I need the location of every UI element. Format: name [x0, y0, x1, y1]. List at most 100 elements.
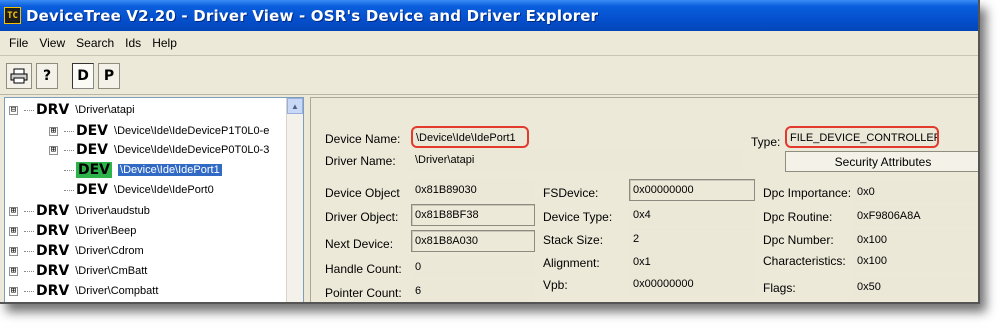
- driver-object-field[interactable]: 0x81B8BF38: [411, 204, 535, 226]
- device-name-field[interactable]: \Device\Ide\IdePort1: [411, 126, 529, 148]
- node-path: \Driver\Beep: [75, 225, 137, 237]
- pointer-count-field[interactable]: 6: [411, 280, 535, 302]
- node-kind: DRV: [36, 263, 70, 279]
- expand-icon[interactable]: ⊞: [49, 145, 58, 155]
- menu-ids[interactable]: Ids: [120, 34, 146, 52]
- app-icon[interactable]: TC: [4, 7, 21, 24]
- expand-icon[interactable]: ⊞: [9, 206, 18, 216]
- node-kind: DRV: [36, 243, 70, 259]
- fsdevice-label: FSDevice:: [543, 186, 599, 200]
- tree-item[interactable]: ⊞ DRV \Driver\Compbatt: [9, 281, 158, 301]
- dpc-routine-label: Dpc Routine:: [763, 210, 833, 224]
- node-path: \Driver\atapi: [75, 104, 135, 116]
- node-path: \Driver\audstub: [75, 205, 150, 217]
- node-path: \Driver\Compbatt: [75, 285, 159, 297]
- type-field[interactable]: FILE_DEVICE_CONTROLLER: [785, 126, 939, 148]
- fsdevice-field[interactable]: 0x00000000: [629, 179, 755, 201]
- tree-connector: [24, 210, 34, 212]
- menu-view[interactable]: View: [34, 34, 70, 52]
- print-button[interactable]: [6, 62, 32, 89]
- tree-item[interactable]: DEV \Device\Ide\IdePort0: [49, 180, 214, 200]
- node-path: \Device\Ide\IdePort0: [114, 184, 214, 196]
- tree-connector: [64, 130, 74, 132]
- next-device-label: Next Device:: [325, 237, 394, 251]
- menu-help[interactable]: Help: [147, 34, 182, 52]
- driver-view-button[interactable]: D: [72, 62, 94, 89]
- device-type-label: Device Type:: [543, 210, 613, 224]
- app-window: TC DeviceTree V2.20 - Driver View - OSR'…: [0, 0, 980, 304]
- collapse-icon[interactable]: ⊟: [9, 105, 18, 115]
- handle-count-field[interactable]: 0: [411, 256, 535, 278]
- node-path: \Driver\Cdrom: [75, 245, 144, 257]
- tree-item[interactable]: ⊟ DRV \Driver\atapi: [9, 100, 135, 120]
- window-title: DeviceTree V2.20 - Driver View - OSR's D…: [26, 6, 599, 25]
- dpc-routine-field[interactable]: 0xF9806A8A: [853, 205, 978, 227]
- driver-object-label: Driver Object:: [325, 210, 399, 224]
- tree-item[interactable]: ⊞ DRV \Driver\CmBatt: [9, 261, 147, 281]
- device-object-label: Device Object: [325, 186, 400, 200]
- alignment-label: Alignment:: [543, 256, 600, 270]
- device-type-field[interactable]: 0x4: [629, 204, 755, 226]
- device-tree[interactable]: ⊟ DRV \Driver\atapi ⊞ DEV \Device\Ide\Id…: [4, 97, 304, 302]
- device-details-panel: Device Name: \Device\Ide\IdePort1 Driver…: [310, 97, 978, 302]
- flags-label: Flags:: [763, 281, 796, 295]
- tree-connector: [24, 109, 34, 111]
- expand-icon[interactable]: ⊞: [9, 266, 18, 276]
- device-object-field[interactable]: 0x81B89030: [411, 179, 535, 201]
- expand-icon[interactable]: ⊞: [9, 226, 18, 236]
- characteristics-label: Characteristics:: [763, 254, 846, 268]
- security-attributes-button[interactable]: Security Attributes: [785, 151, 978, 172]
- characteristics-field[interactable]: 0x100: [853, 250, 978, 272]
- expand-icon[interactable]: ⊞: [9, 286, 18, 296]
- tree-connector: [64, 189, 74, 191]
- tree-connector: [64, 149, 74, 151]
- menu-file[interactable]: File: [4, 34, 33, 52]
- pointer-count-label: Pointer Count:: [325, 286, 402, 300]
- node-kind: DRV: [36, 203, 70, 219]
- flags-field[interactable]: 0x50: [853, 276, 978, 298]
- scroll-up-arrow-icon[interactable]: ▲: [287, 98, 303, 114]
- dpc-importance-field[interactable]: 0x0: [853, 181, 978, 203]
- vpb-label: Vpb:: [543, 278, 568, 292]
- tree-scrollbar[interactable]: ▲: [286, 98, 303, 302]
- node-path: \Device\Ide\IdePort1: [118, 164, 222, 176]
- tree-item[interactable]: ⊞ DEV \Device\Ide\IdeDeviceP0T0L0-3: [49, 140, 269, 160]
- stack-size-field[interactable]: 2: [629, 228, 755, 250]
- node-kind: DEV: [76, 182, 109, 198]
- node-kind: DRV: [36, 223, 70, 239]
- node-path: \Device\Ide\IdeDeviceP0T0L0-3: [114, 144, 270, 156]
- tree-connector: [24, 290, 34, 292]
- title-bar[interactable]: TC DeviceTree V2.20 - Driver View - OSR'…: [0, 0, 978, 31]
- type-label: Type:: [751, 135, 781, 149]
- alignment-field[interactable]: 0x1: [629, 251, 755, 273]
- vpb-field[interactable]: 0x00000000: [629, 273, 755, 295]
- help-button[interactable]: ?: [36, 62, 58, 89]
- node-kind: DRV: [36, 283, 70, 299]
- toolbar: ? D P: [0, 57, 978, 95]
- expand-icon[interactable]: ⊞: [9, 246, 18, 256]
- node-kind: DEV: [76, 162, 113, 178]
- expand-icon[interactable]: ⊞: [49, 126, 58, 136]
- menu-search[interactable]: Search: [71, 34, 119, 52]
- pnp-view-button[interactable]: P: [98, 62, 120, 89]
- tree-connector: [24, 230, 34, 232]
- dpc-number-field[interactable]: 0x100: [853, 229, 978, 251]
- printer-icon: [10, 68, 28, 83]
- pane-splitter[interactable]: [305, 97, 309, 302]
- node-kind: DEV: [76, 123, 109, 139]
- tree-item[interactable]: ⊞ DRV \Driver\audstub: [9, 201, 150, 221]
- tree-item[interactable]: ⊞ DRV \Driver\Beep: [9, 221, 136, 241]
- driver-name-field[interactable]: \Driver\atapi: [411, 149, 741, 171]
- tree-item[interactable]: ⊞ DRV \Driver\Cdrom: [9, 241, 144, 261]
- driver-name-label: Driver Name:: [325, 154, 396, 168]
- tree-item[interactable]: ⊞ DEV \Device\Ide\IdeDeviceP1T0L0-e: [49, 121, 269, 141]
- device-name-label: Device Name:: [325, 132, 401, 146]
- next-device-field[interactable]: 0x81B8A030: [411, 230, 535, 252]
- tree-item-selected[interactable]: DEV \Device\Ide\IdePort1: [49, 160, 222, 180]
- stack-size-label: Stack Size:: [543, 233, 604, 247]
- tree-connector: [24, 250, 34, 252]
- menu-bar: File View Search Ids Help: [0, 31, 978, 56]
- node-kind: DRV: [36, 102, 70, 118]
